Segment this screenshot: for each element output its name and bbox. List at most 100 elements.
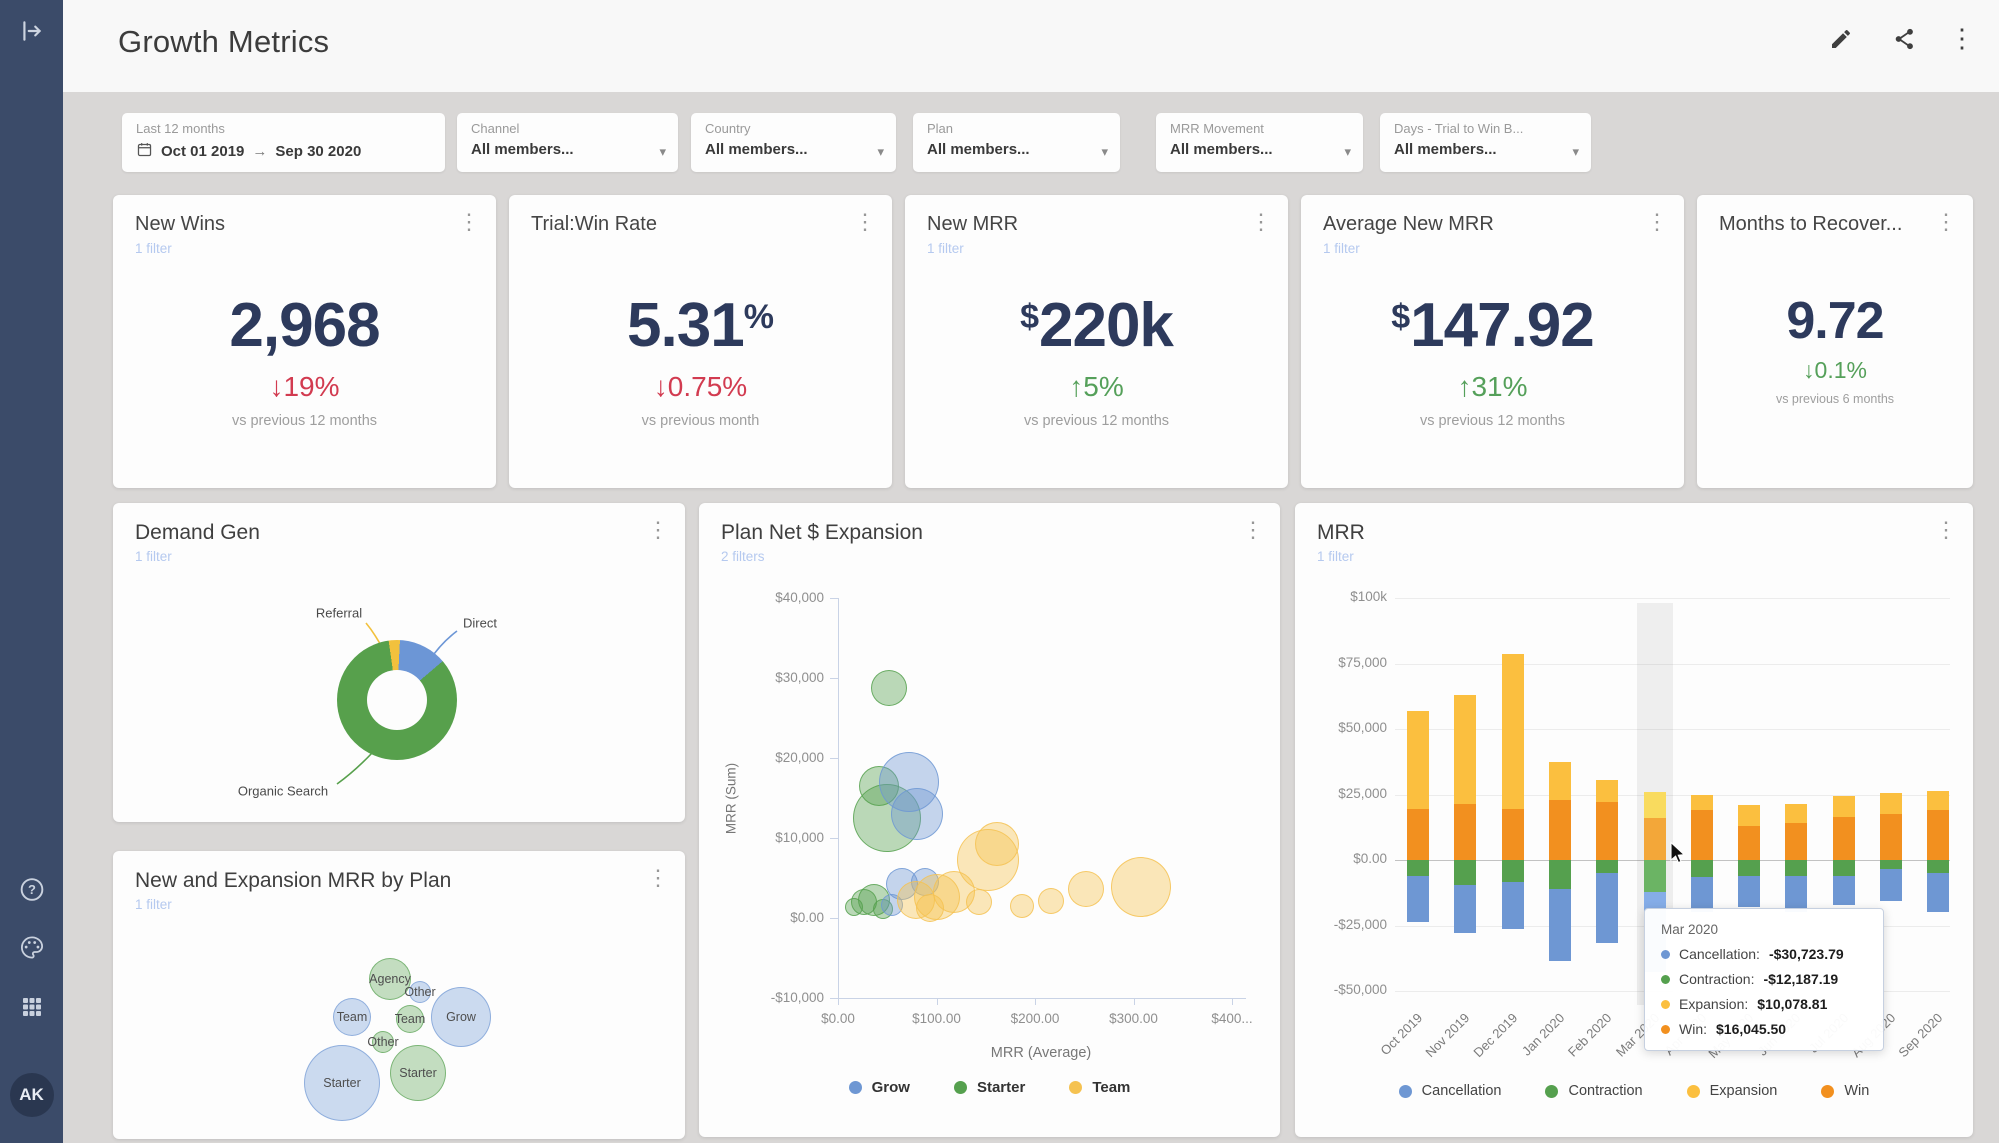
filter-label: MRR Movement <box>1170 121 1349 136</box>
filter-value: All members... <box>471 141 574 158</box>
date-range-filter[interactable]: Last 12 months Oct 01 2019 → Sep 30 2020 <box>122 113 445 172</box>
bar-cancellation-sep-2020[interactable] <box>1927 873 1949 912</box>
bar-contraction-oct-2019[interactable] <box>1407 860 1429 876</box>
bar-expansion-may-2020[interactable] <box>1738 805 1760 826</box>
card-menu-icon[interactable]: ⋮ <box>458 211 480 233</box>
plan-bubble-agency[interactable] <box>369 958 411 1000</box>
user-avatar[interactable]: AK <box>10 1073 54 1117</box>
legend-item-starter[interactable]: Starter <box>954 1079 1025 1096</box>
card-menu-icon[interactable]: ⋮ <box>1250 211 1272 233</box>
scatter-point-team[interactable] <box>975 822 1019 866</box>
bar-win-apr-2020[interactable] <box>1691 810 1713 860</box>
more-options-icon[interactable]: ⋮ <box>1949 25 1975 51</box>
plan-bubble-other[interactable] <box>372 1031 394 1053</box>
bar-win-feb-2020[interactable] <box>1596 802 1618 860</box>
edit-icon[interactable] <box>1829 27 1853 56</box>
bar-cancellation-nov-2019[interactable] <box>1454 885 1476 933</box>
bar-contraction-feb-2020[interactable] <box>1596 860 1618 873</box>
share-icon[interactable] <box>1893 27 1917 56</box>
bar-cancellation-jul-2020[interactable] <box>1833 876 1855 905</box>
bar-win-sep-2020[interactable] <box>1927 810 1949 860</box>
bar-win-oct-2019[interactable] <box>1407 809 1429 860</box>
bar-expansion-aug-2020[interactable] <box>1880 793 1902 814</box>
bar-win-jan-2020[interactable] <box>1549 800 1571 860</box>
bar-expansion-feb-2020[interactable] <box>1596 780 1618 802</box>
plan-bubble-team[interactable] <box>396 1005 424 1033</box>
scatter-point-team[interactable] <box>966 889 992 915</box>
bar-cancellation-aug-2020[interactable] <box>1880 869 1902 900</box>
plan-bubble-grow[interactable] <box>431 987 491 1047</box>
kpi-title: New Wins <box>135 213 225 235</box>
kpi-value-prefix: $ <box>1391 298 1410 336</box>
bar-expansion-sep-2020[interactable] <box>1927 791 1949 811</box>
filter-mrr-movement[interactable]: MRR MovementAll members...▾ <box>1156 113 1363 172</box>
plan-bubble-starter[interactable] <box>304 1045 380 1121</box>
bar-win-jun-2020[interactable] <box>1785 823 1807 860</box>
donut-pie[interactable] <box>337 640 457 760</box>
bar-contraction-nov-2019[interactable] <box>1454 860 1476 885</box>
bar-contraction-dec-2019[interactable] <box>1502 860 1524 882</box>
bar-cancellation-jan-2020[interactable] <box>1549 889 1571 961</box>
bar-expansion-nov-2019[interactable] <box>1454 695 1476 804</box>
scatter-point-starter[interactable] <box>871 670 907 706</box>
bar-win-mar-2020[interactable] <box>1644 818 1666 860</box>
bar-contraction-sep-2020[interactable] <box>1927 860 1949 873</box>
kpi-card-2: Trial:Win Rate⋮5.31%↓0.75%vs previous mo… <box>509 195 892 488</box>
plan-bubble-team[interactable] <box>333 998 371 1036</box>
calendar-icon <box>136 141 153 162</box>
bar-expansion-oct-2019[interactable] <box>1407 711 1429 809</box>
filter-plan[interactable]: PlanAll members...▾ <box>913 113 1120 172</box>
bar-contraction-jan-2020[interactable] <box>1549 860 1571 889</box>
filter-tag[interactable]: 1 filter <box>113 236 496 257</box>
bar-expansion-dec-2019[interactable] <box>1502 654 1524 809</box>
scatter-point-team[interactable] <box>1010 894 1034 918</box>
bar-cancellation-may-2020[interactable] <box>1738 876 1760 907</box>
legend-item-expansion[interactable]: Expansion <box>1687 1083 1778 1099</box>
legend-item-contraction[interactable]: Contraction <box>1545 1083 1642 1099</box>
bar-win-nov-2019[interactable] <box>1454 804 1476 860</box>
legend-item-cancellation[interactable]: Cancellation <box>1399 1083 1502 1099</box>
bar-contraction-aug-2020[interactable] <box>1880 860 1902 869</box>
plan-bubble-starter[interactable] <box>390 1045 446 1101</box>
scatter-point-team[interactable] <box>1038 888 1064 914</box>
kpi-card-4: Average New MRR⋮1 filter$147.92↑31%vs pr… <box>1301 195 1684 488</box>
bar-contraction-jul-2020[interactable] <box>1833 860 1855 876</box>
filter-tag[interactable]: 1 filter <box>1301 236 1684 257</box>
card-menu-icon[interactable]: ⋮ <box>1935 211 1957 233</box>
apps-grid-icon[interactable] <box>20 995 44 1024</box>
filter-tag[interactable]: 1 filter <box>905 236 1288 257</box>
help-icon[interactable]: ? <box>18 876 45 908</box>
kpi-title: Average New MRR <box>1323 213 1494 235</box>
legend-item-team[interactable]: Team <box>1069 1079 1130 1096</box>
bar-cancellation-feb-2020[interactable] <box>1596 873 1618 942</box>
bar-win-dec-2019[interactable] <box>1502 809 1524 860</box>
scatter-point-team[interactable] <box>1111 857 1171 917</box>
legend-item-win[interactable]: Win <box>1821 1083 1869 1099</box>
filter-days-trial-to-win-b-[interactable]: Days - Trial to Win B...All members...▾ <box>1380 113 1591 172</box>
scatter-point-team[interactable] <box>1068 871 1104 907</box>
card-menu-icon[interactable]: ⋮ <box>1646 211 1668 233</box>
bar-expansion-jul-2020[interactable] <box>1833 796 1855 817</box>
collapse-panel-icon[interactable] <box>19 18 45 49</box>
bar-expansion-jun-2020[interactable] <box>1785 804 1807 824</box>
filter-channel[interactable]: ChannelAll members...▾ <box>457 113 678 172</box>
filter-country[interactable]: CountryAll members...▾ <box>691 113 896 172</box>
bar-cancellation-oct-2019[interactable] <box>1407 876 1429 922</box>
bar-contraction-apr-2020[interactable] <box>1691 860 1713 877</box>
bar-contraction-jun-2020[interactable] <box>1785 860 1807 876</box>
bar-cancellation-dec-2019[interactable] <box>1502 882 1524 929</box>
scatter-point-grow[interactable] <box>891 788 943 840</box>
plan-bubble-other[interactable] <box>409 981 431 1003</box>
bar-contraction-may-2020[interactable] <box>1738 860 1760 876</box>
bar-expansion-mar-2020[interactable] <box>1644 792 1666 818</box>
bar-expansion-apr-2020[interactable] <box>1691 795 1713 811</box>
legend-item-grow[interactable]: Grow <box>849 1079 910 1096</box>
bar-win-jul-2020[interactable] <box>1833 817 1855 860</box>
bar-cancellation-jun-2020[interactable] <box>1785 876 1807 913</box>
bar-contraction-mar-2020[interactable] <box>1644 860 1666 892</box>
bar-expansion-jan-2020[interactable] <box>1549 762 1571 800</box>
bar-win-aug-2020[interactable] <box>1880 814 1902 860</box>
bar-win-may-2020[interactable] <box>1738 826 1760 860</box>
card-menu-icon[interactable]: ⋮ <box>854 211 876 233</box>
theme-palette-icon[interactable] <box>18 934 45 966</box>
